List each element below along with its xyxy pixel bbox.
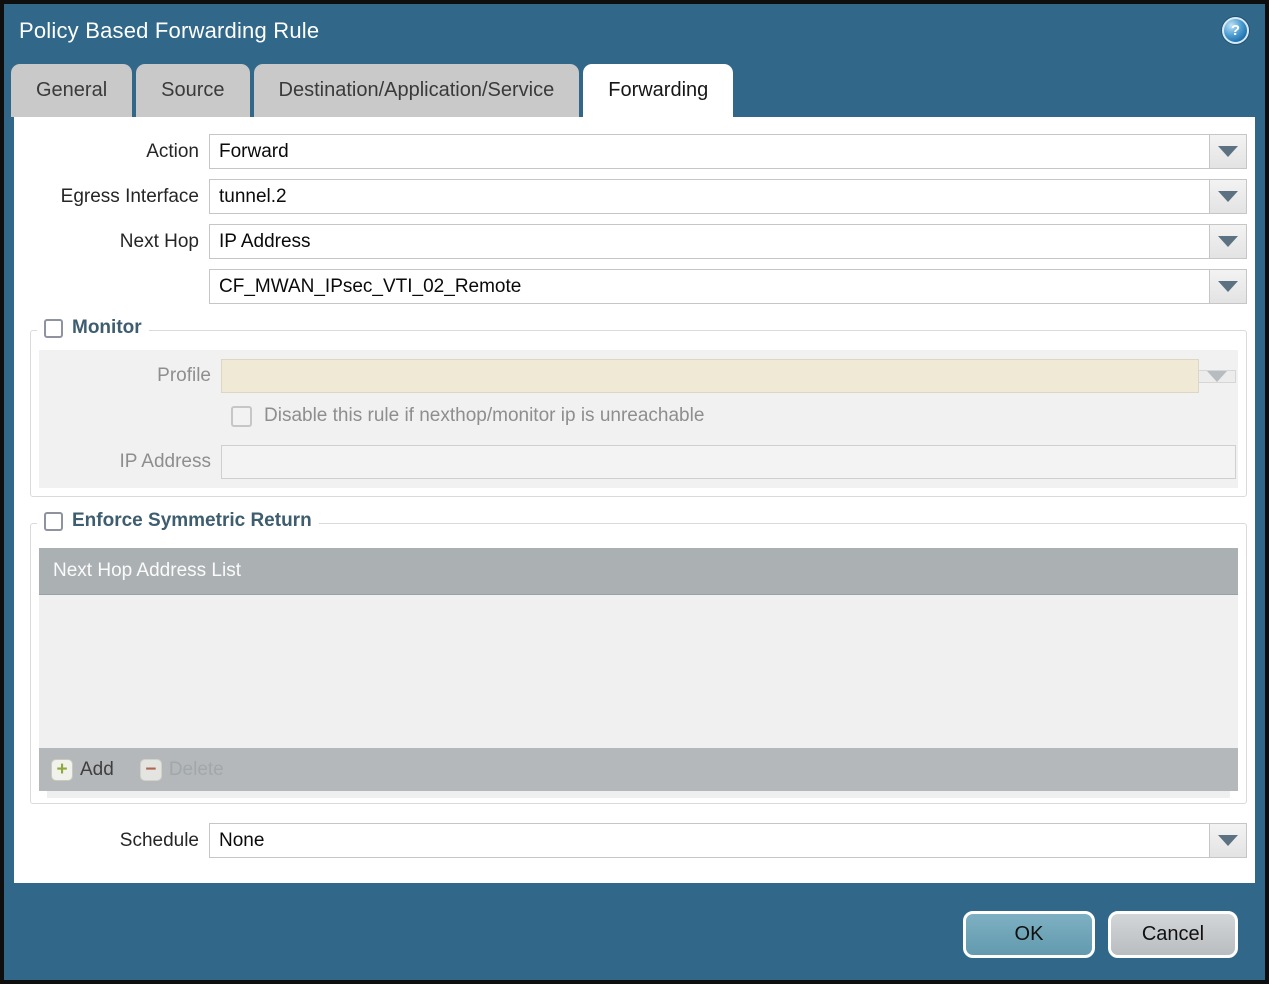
next-hop-address-dropdown-button[interactable] [1210, 269, 1247, 304]
monitor-ip-address-label: IP Address [119, 451, 211, 472]
chevron-down-icon [1218, 835, 1238, 846]
enforce-symmetric-return-section: Enforce Symmetric Return Next Hop Addres… [30, 510, 1247, 804]
monitor-ip-address-input [221, 445, 1236, 479]
monitor-checkbox[interactable] [44, 318, 63, 338]
chevron-down-icon [1218, 281, 1238, 292]
chevron-down-icon [1207, 370, 1227, 382]
action-dropdown-button[interactable] [1210, 134, 1247, 169]
next-hop-address-list-header-label: Next Hop Address List [53, 560, 241, 581]
next-hop-address-list-body[interactable] [39, 595, 1238, 748]
add-button[interactable]: + Add [51, 758, 114, 781]
add-button-label: Add [80, 758, 114, 780]
tab-source[interactable]: Source [136, 64, 250, 117]
disable-rule-label: Disable this rule if nexthop/monitor ip … [264, 405, 705, 426]
delete-button-label: Delete [168, 758, 224, 780]
schedule-row: Schedule [14, 823, 1247, 858]
next-hop-address-list-header: Next Hop Address List [39, 548, 1238, 595]
tab-destination-application-service[interactable]: Destination/Application/Service [253, 64, 580, 117]
monitor-legend-label: Monitor [72, 317, 142, 338]
dialog-title: Policy Based Forwarding Rule [19, 18, 320, 43]
next-hop-address-list-table: Next Hop Address List + Add − Delete [39, 548, 1238, 798]
table-scroll-strip [47, 791, 1230, 798]
egress-interface-input[interactable] [209, 179, 1210, 214]
schedule-dropdown-button[interactable] [1210, 823, 1247, 858]
enforce-legend: Enforce Symmetric Return [37, 510, 319, 532]
egress-interface-dropdown-button[interactable] [1210, 179, 1247, 214]
dialog-window: Policy Based Forwarding Rule ? General S… [0, 0, 1269, 984]
egress-interface-label: Egress Interface [60, 185, 199, 207]
action-label: Action [146, 140, 199, 162]
delete-icon: − [139, 758, 162, 781]
title-bar: Policy Based Forwarding Rule [4, 4, 1265, 58]
profile-row: Profile [39, 359, 1236, 393]
profile-dropdown-button [1199, 369, 1236, 383]
monitor-section: Monitor Profile Disable this rule if nex… [30, 317, 1247, 497]
next-hop-type-input[interactable] [209, 224, 1210, 259]
monitor-fields-area: Profile Disable this rule if nexthop/mon… [39, 350, 1238, 488]
chevron-down-icon [1218, 236, 1238, 247]
cancel-button[interactable]: Cancel [1108, 911, 1238, 958]
action-row: Action [14, 134, 1247, 169]
next-hop-address-list-toolbar: + Add − Delete [39, 748, 1238, 791]
help-icon[interactable]: ? [1222, 17, 1249, 44]
enforce-legend-label: Enforce Symmetric Return [72, 510, 312, 531]
tab-bar: General Source Destination/Application/S… [4, 58, 1265, 117]
chevron-down-icon [1218, 146, 1238, 157]
disable-rule-row: Disable this rule if nexthop/monitor ip … [231, 405, 1236, 427]
tab-general[interactable]: General [11, 64, 133, 117]
ok-button[interactable]: OK [963, 911, 1095, 958]
add-icon: + [51, 758, 73, 781]
next-hop-label: Next Hop [119, 230, 199, 252]
enforce-symmetric-return-checkbox[interactable] [44, 511, 63, 531]
disable-rule-checkbox [231, 405, 252, 427]
forwarding-tab-panel: Action Egress Interface Next Hop [14, 117, 1255, 883]
schedule-input[interactable] [209, 823, 1210, 858]
egress-interface-row: Egress Interface [14, 179, 1247, 214]
monitor-ip-address-row: IP Address [39, 445, 1236, 479]
next-hop-row: Next Hop [14, 224, 1247, 259]
next-hop-address-input[interactable] [209, 269, 1210, 304]
monitor-legend: Monitor [37, 317, 149, 339]
dialog-button-bar: OK Cancel [963, 911, 1238, 958]
profile-input [221, 359, 1199, 393]
tab-forwarding[interactable]: Forwarding [583, 64, 734, 117]
next-hop-address-row [14, 269, 1247, 304]
profile-label: Profile [157, 365, 211, 386]
next-hop-type-dropdown-button[interactable] [1210, 224, 1247, 259]
delete-button: − Delete [139, 758, 224, 781]
chevron-down-icon [1218, 191, 1238, 202]
action-input[interactable] [209, 134, 1210, 169]
schedule-label: Schedule [119, 829, 199, 851]
